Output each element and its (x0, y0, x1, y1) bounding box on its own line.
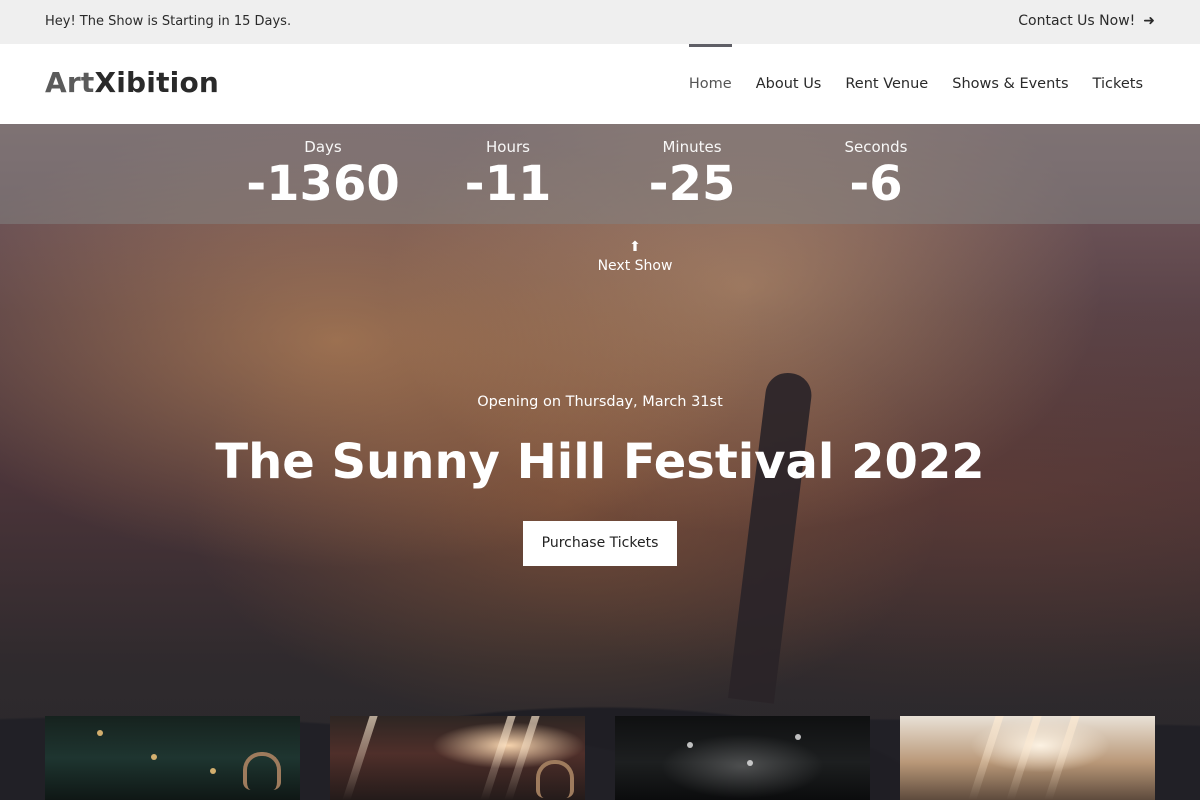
hours-label: Hours (486, 138, 530, 156)
nav-about-us[interactable]: About Us (756, 44, 822, 124)
minutes-value: -25 (648, 156, 736, 212)
next-show-link[interactable]: ⬆ Next Show (575, 240, 695, 274)
light-spark (97, 730, 103, 736)
featured-image-cards (0, 716, 1200, 800)
event-card-4[interactable] (900, 716, 1155, 800)
arrow-up-icon: ⬆ (629, 239, 641, 255)
countdown-seconds: Seconds -6 (791, 138, 961, 208)
nav-shows-events[interactable]: Shows & Events (952, 44, 1068, 124)
nav-rent-venue[interactable]: Rent Venue (845, 44, 928, 124)
arrow-right-icon: ➜ (1143, 13, 1155, 29)
days-label: Days (304, 138, 342, 156)
hours-value: -11 (464, 156, 552, 212)
seconds-label: Seconds (844, 138, 908, 156)
contact-link[interactable]: Contact Us Now! ➜ (1018, 13, 1155, 29)
light-spark (210, 768, 216, 774)
hand-icon (243, 752, 281, 790)
countdown-bar: Days -1360 Hours -11 Minutes -25 Seconds… (0, 124, 1200, 224)
confetti-spark (687, 742, 693, 748)
purchase-tickets-button[interactable]: Purchase Tickets (523, 521, 677, 566)
stage-light-beam (1006, 716, 1042, 800)
logo-art: Art (45, 66, 95, 99)
countdown-hours: Hours -11 (423, 138, 593, 208)
next-show-label[interactable]: Next Show (598, 258, 673, 274)
stage-light-beam (968, 716, 1004, 800)
event-card-1[interactable] (45, 716, 300, 800)
countdown-minutes: Minutes -25 (607, 138, 777, 208)
hero-banner: Days -1360 Hours -11 Minutes -25 Seconds… (0, 124, 1200, 800)
stage-light-beam (1044, 716, 1080, 800)
light-spark (151, 754, 157, 760)
confetti-spark (795, 734, 801, 740)
nav-tickets[interactable]: Tickets (1093, 44, 1143, 124)
top-announcement-bar: Hey! The Show is Starting in 15 Days. Co… (0, 0, 1200, 44)
hand-icon (536, 760, 574, 798)
nav-home[interactable]: Home (688, 44, 732, 124)
stage-light-beam (342, 716, 378, 800)
main-navigation: Home About Us Rent Venue Shows & Events … (688, 44, 1143, 124)
event-card-3[interactable] (615, 716, 870, 800)
event-card-2[interactable] (330, 716, 585, 800)
countdown-days: Days -1360 (238, 138, 408, 208)
minutes-label: Minutes (662, 138, 722, 156)
logo-xibition: Xibition (94, 66, 220, 99)
announcement-text: Hey! The Show is Starting in 15 Days. (45, 14, 292, 29)
days-value: -1360 (246, 156, 400, 212)
seconds-value: -6 (849, 156, 903, 212)
festival-title: The Sunny Hill Festival 2022 (215, 434, 985, 490)
contact-label[interactable]: Contact Us Now! (1018, 13, 1135, 29)
opening-date: Opening on Thursday, March 31st (477, 394, 723, 410)
confetti-spark (747, 760, 753, 766)
site-logo[interactable]: ArtXibition (45, 66, 219, 99)
site-header: ArtXibition Home About Us Rent Venue Sho… (0, 44, 1200, 124)
